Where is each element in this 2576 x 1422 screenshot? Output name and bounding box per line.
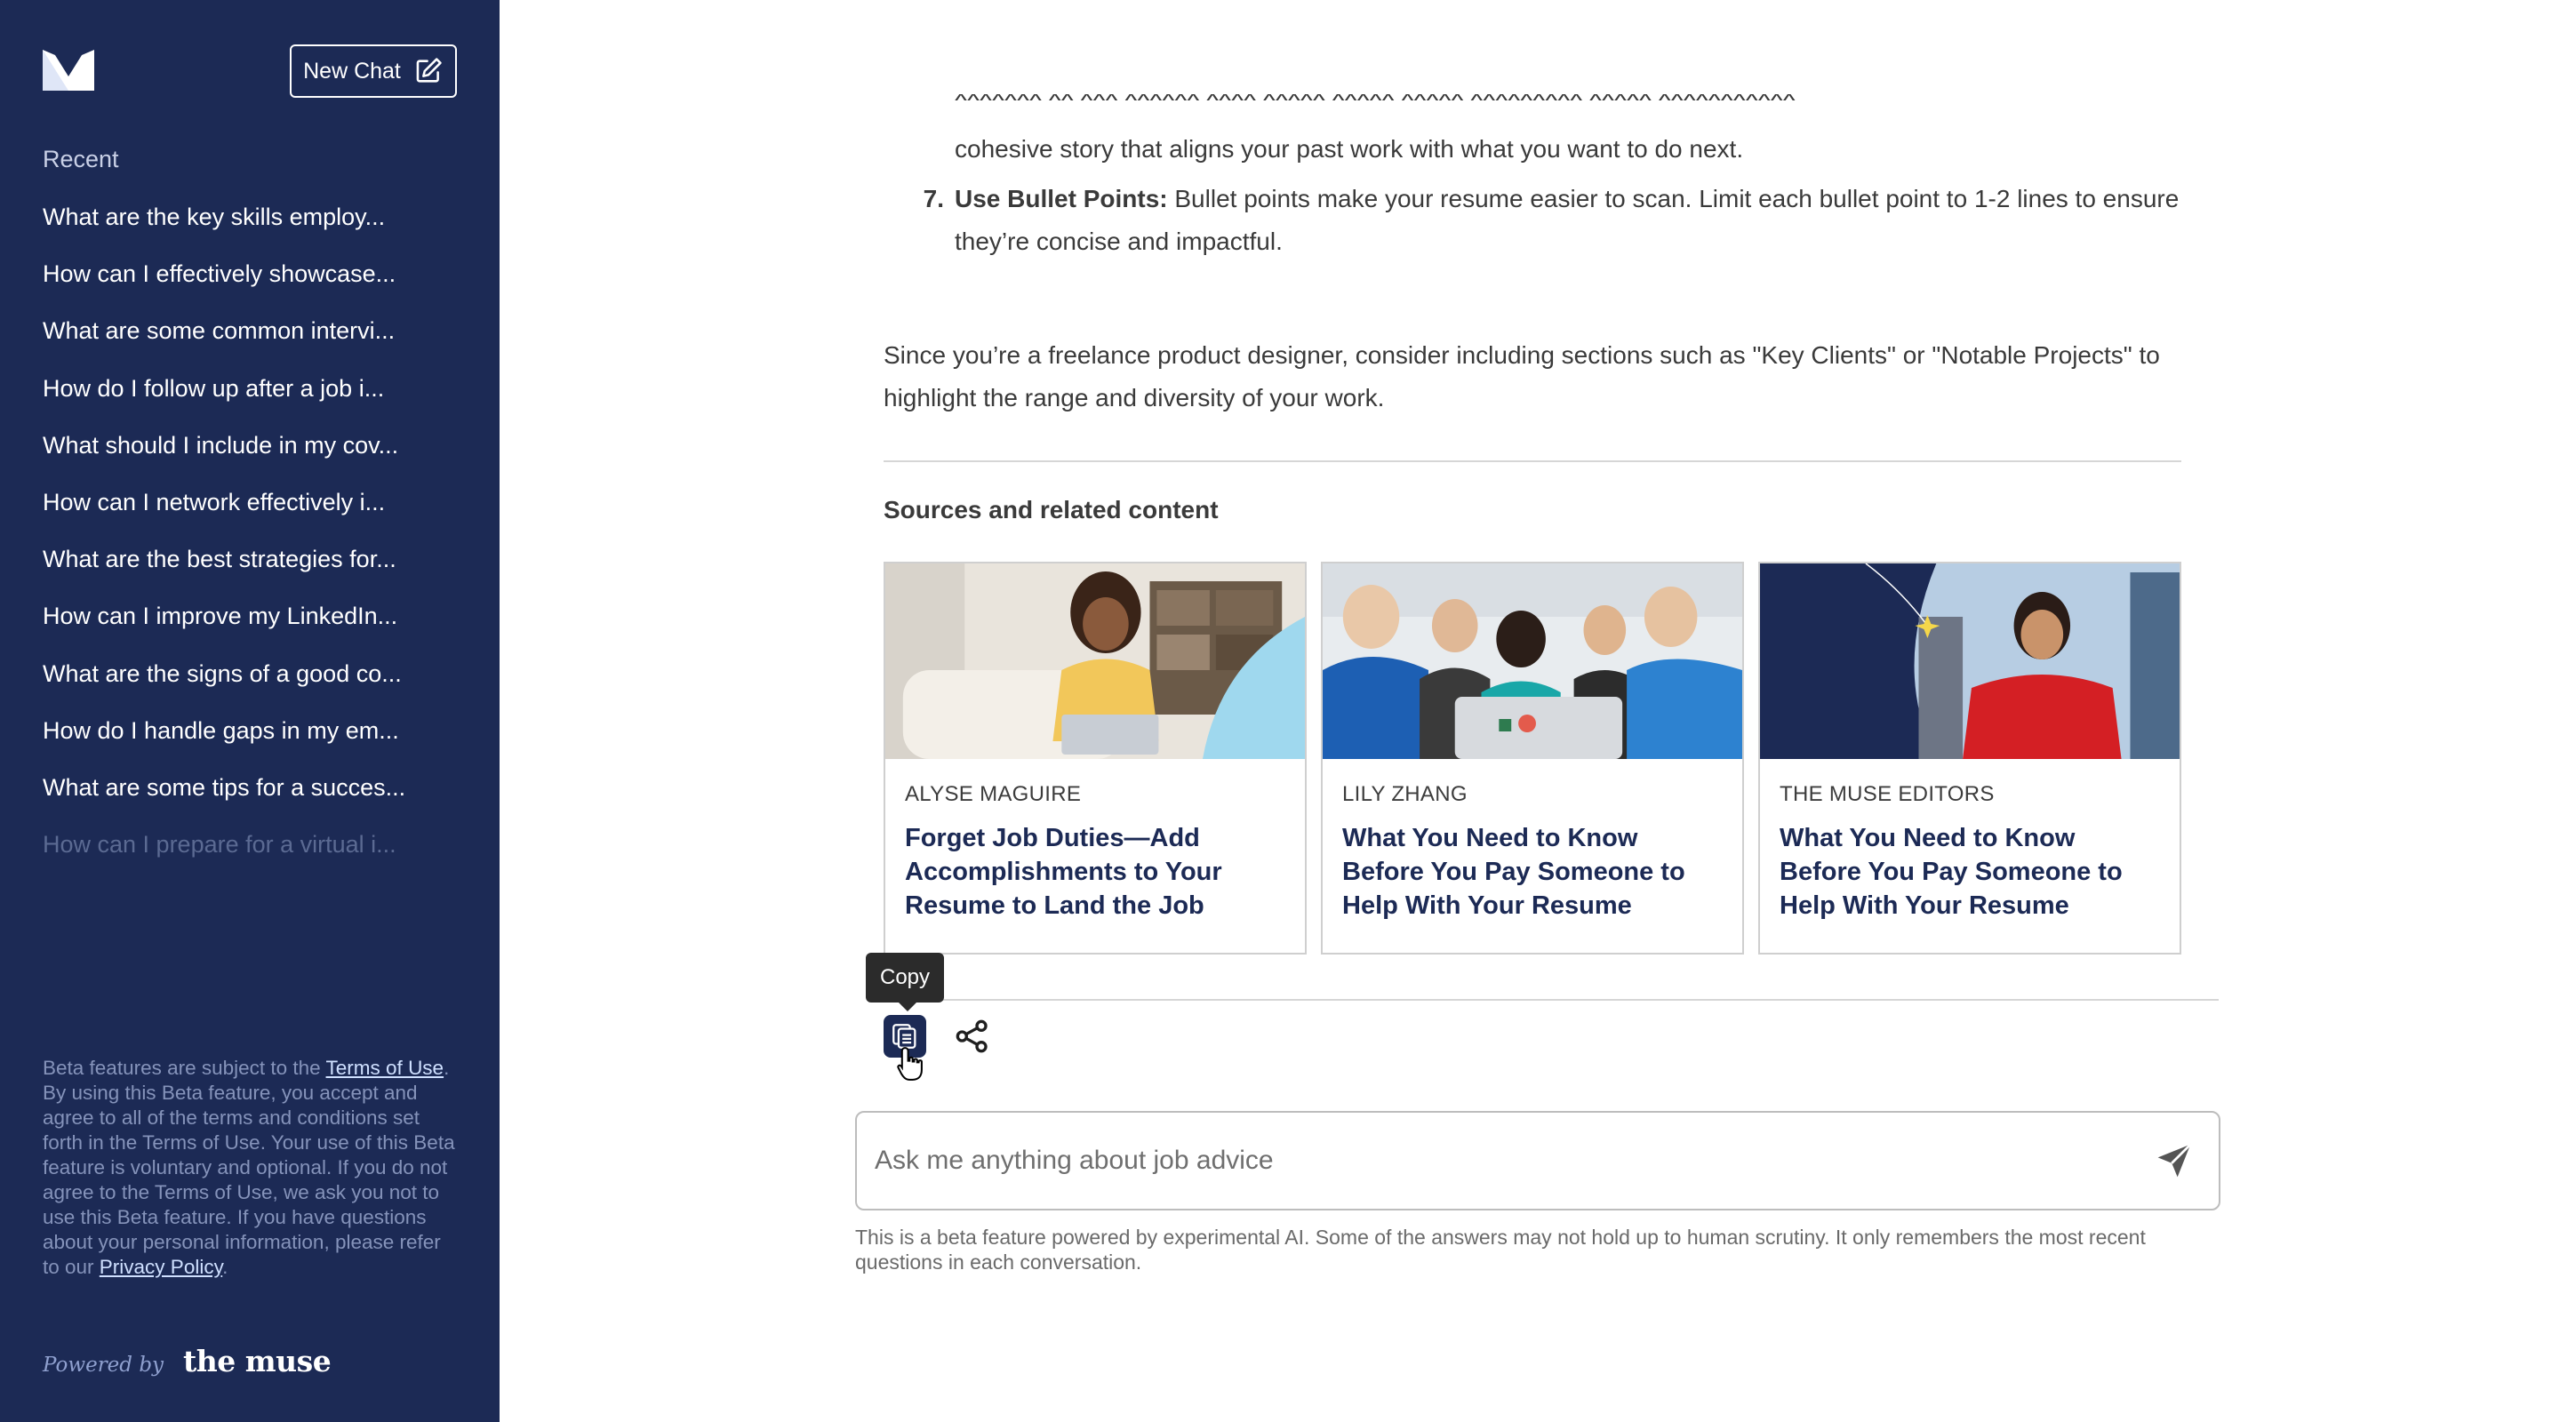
source-card[interactable]: THE MUSE EDITORS What You Need to Know B… bbox=[1758, 562, 2181, 955]
source-author: ALYSE MAGUIRE bbox=[905, 782, 1082, 806]
clipped-previous-line: xxxxxxx xx xxx xxxxxx xxxx xxxxx xxxxx x… bbox=[955, 94, 2110, 114]
new-chat-label: New Chat bbox=[303, 58, 401, 84]
send-icon[interactable] bbox=[2155, 1141, 2194, 1180]
divider bbox=[884, 999, 2219, 1001]
terms-of-use-link[interactable]: Terms of Use bbox=[326, 1057, 444, 1079]
source-card[interactable]: LILY ZHANG What You Need to Know Before … bbox=[1321, 562, 1744, 955]
chat-main: xxxxxxx xx xxx xxxxxx xxxx xxxxx xxxxx x… bbox=[500, 0, 2576, 1422]
hand-cursor-icon bbox=[897, 1047, 923, 1081]
chat-composer bbox=[855, 1111, 2220, 1210]
history-item[interactable]: How do I follow up after a job i... bbox=[43, 371, 460, 427]
chat-history-list: What are the key skills employ... How ca… bbox=[43, 199, 460, 883]
list-item-bold: Use Bullet Points: bbox=[955, 185, 1168, 212]
privacy-policy-link[interactable]: Privacy Policy bbox=[100, 1256, 222, 1278]
disclaimer-suffix: . bbox=[222, 1256, 228, 1278]
history-item[interactable]: What are the best strategies for... bbox=[43, 541, 460, 598]
recent-heading: Recent bbox=[43, 146, 119, 172]
history-item[interactable]: What are some common intervi... bbox=[43, 313, 460, 370]
chat-input-field[interactable] bbox=[875, 1113, 2119, 1209]
history-item[interactable]: What are the key skills employ... bbox=[43, 199, 460, 256]
source-card-image bbox=[885, 563, 1305, 759]
the-muse-wordmark[interactable]: the muse bbox=[183, 1344, 332, 1378]
history-item[interactable]: How do I handle gaps in my em... bbox=[43, 713, 460, 770]
beta-note: This is a beta feature powered by experi… bbox=[855, 1226, 2146, 1274]
source-title: Forget Job Duties—Add Accomplishments to… bbox=[905, 824, 1222, 920]
source-card[interactable]: ALYSE MAGUIRE Forget Job Duties—Add Acco… bbox=[884, 562, 1307, 955]
history-item[interactable]: How can I improve my LinkedIn... bbox=[43, 598, 460, 655]
history-item[interactable]: What are some tips for a succes... bbox=[43, 770, 460, 827]
source-card-image bbox=[1760, 563, 2180, 759]
sidebar: New Chat Recent What are the key skills … bbox=[0, 0, 500, 1422]
history-item[interactable]: What are the signs of a good co... bbox=[43, 656, 460, 713]
share-icon[interactable] bbox=[955, 1019, 990, 1054]
source-title: What You Need to Know Before You Pay Som… bbox=[1342, 824, 1685, 920]
answer-closing-paragraph: Since you’re a freelance product designe… bbox=[884, 341, 2160, 411]
powered-by: Powered by the muse bbox=[43, 1344, 332, 1378]
source-author: THE MUSE EDITORS bbox=[1780, 782, 1995, 806]
copy-tooltip: Copy bbox=[866, 953, 944, 1011]
muse-logo-icon[interactable] bbox=[43, 50, 94, 91]
history-item[interactable]: How can I effectively showcase... bbox=[43, 256, 460, 313]
new-chat-button[interactable]: New Chat bbox=[290, 44, 457, 98]
history-item[interactable]: How can I network effectively i... bbox=[43, 484, 460, 541]
list-item-text: Use Bullet Points: Bullet points make yo… bbox=[955, 178, 2181, 263]
list-item-number: 7. bbox=[923, 185, 944, 212]
beta-disclaimer: Beta features are subject to the Terms o… bbox=[43, 1056, 460, 1280]
source-author: LILY ZHANG bbox=[1342, 782, 1468, 806]
powered-by-label: Powered by bbox=[43, 1354, 164, 1377]
answer-line: cohesive story that aligns your past wor… bbox=[955, 135, 1744, 163]
compose-icon bbox=[416, 58, 442, 83]
source-title: What You Need to Know Before You Pay Som… bbox=[1780, 824, 2123, 920]
sources-heading: Sources and related content bbox=[884, 496, 1219, 523]
source-cards: ALYSE MAGUIRE Forget Job Duties—Add Acco… bbox=[884, 562, 2181, 955]
history-item[interactable]: How can I prepare for a virtual i... bbox=[43, 827, 460, 883]
disclaimer-prefix: Beta features are subject to the bbox=[43, 1057, 326, 1079]
history-item[interactable]: What should I include in my cov... bbox=[43, 427, 460, 484]
disclaimer-body: . By using this Beta feature, you accept… bbox=[43, 1057, 455, 1278]
source-card-image bbox=[1323, 563, 1742, 759]
divider bbox=[884, 460, 2181, 462]
answer-list-item: 7. Use Bullet Points: Bullet points make… bbox=[884, 178, 2181, 263]
